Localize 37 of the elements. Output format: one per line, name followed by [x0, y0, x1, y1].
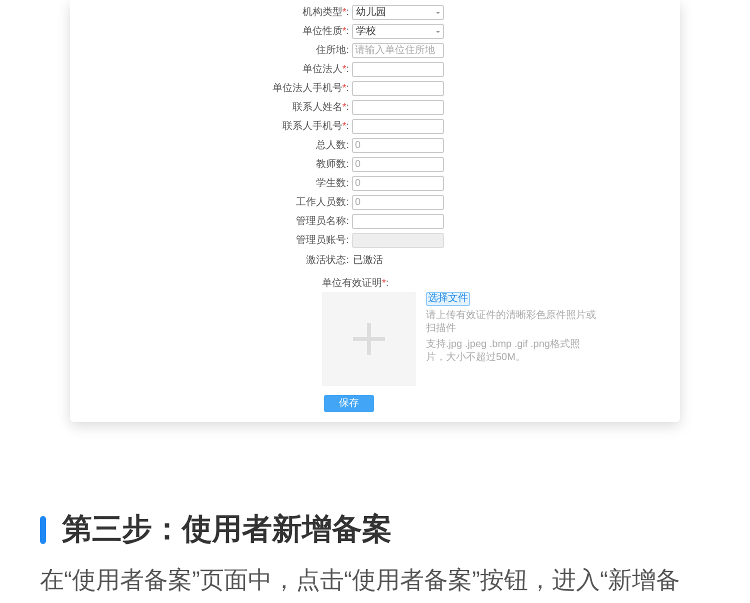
plus-icon	[353, 323, 385, 355]
upload-hint: 请上传有效证件的清晰彩色原件照片或扫描件	[426, 309, 596, 335]
field-label: 机构类型*:	[301, 6, 350, 20]
input-field[interactable]	[352, 62, 444, 77]
input-field[interactable]: 0	[352, 176, 444, 191]
field-label: 管理员名称:	[295, 215, 350, 229]
field-label: 联系人姓名*:	[291, 100, 350, 115]
field-label: 教师数:	[315, 158, 350, 172]
input-field[interactable]	[352, 81, 444, 96]
input-field[interactable]: 0	[352, 138, 444, 153]
field-label: 联系人手机号*:	[281, 120, 350, 134]
field-label: 学生数:	[315, 176, 350, 191]
field-label: 单位法人*:	[301, 62, 350, 77]
input-field[interactable]: 0	[352, 157, 444, 172]
accent-bar	[40, 516, 46, 544]
upload-area[interactable]	[322, 292, 416, 386]
field-label: 住所地:	[315, 44, 350, 58]
select-field[interactable]: 幼儿园	[352, 5, 444, 20]
caret-icon	[436, 30, 440, 32]
field-label: 单位性质*:	[301, 24, 350, 39]
field-label: 总人数:	[315, 138, 350, 153]
input-field[interactable]: 0	[352, 195, 444, 210]
upload-hint: 支持.jpg .jpeg .bmp .gif .png格式照片，大小不超过50M。	[426, 338, 581, 364]
select-field[interactable]: 学校	[352, 24, 444, 39]
field-label: 单位有效证明*:	[322, 276, 390, 290]
section-heading: 第三步：使用者新增备案	[62, 512, 392, 548]
input-field[interactable]	[352, 214, 444, 229]
input-field[interactable]	[352, 100, 444, 115]
field-label: 工作人员数:	[295, 196, 350, 210]
article-paragraph: 在“使用者备案”页面中，点击“使用者备案”按钮，进入“新增备	[40, 566, 681, 596]
field-label: 管理员账号:	[295, 234, 350, 248]
caret-icon	[436, 12, 440, 14]
field-label: 单位法人手机号*:	[271, 82, 350, 96]
field-label: 激活状态:	[305, 254, 350, 268]
input-field[interactable]: 请输入单位住所地	[352, 43, 444, 58]
status-text: 已激活	[352, 254, 383, 268]
input-field[interactable]	[352, 119, 444, 134]
